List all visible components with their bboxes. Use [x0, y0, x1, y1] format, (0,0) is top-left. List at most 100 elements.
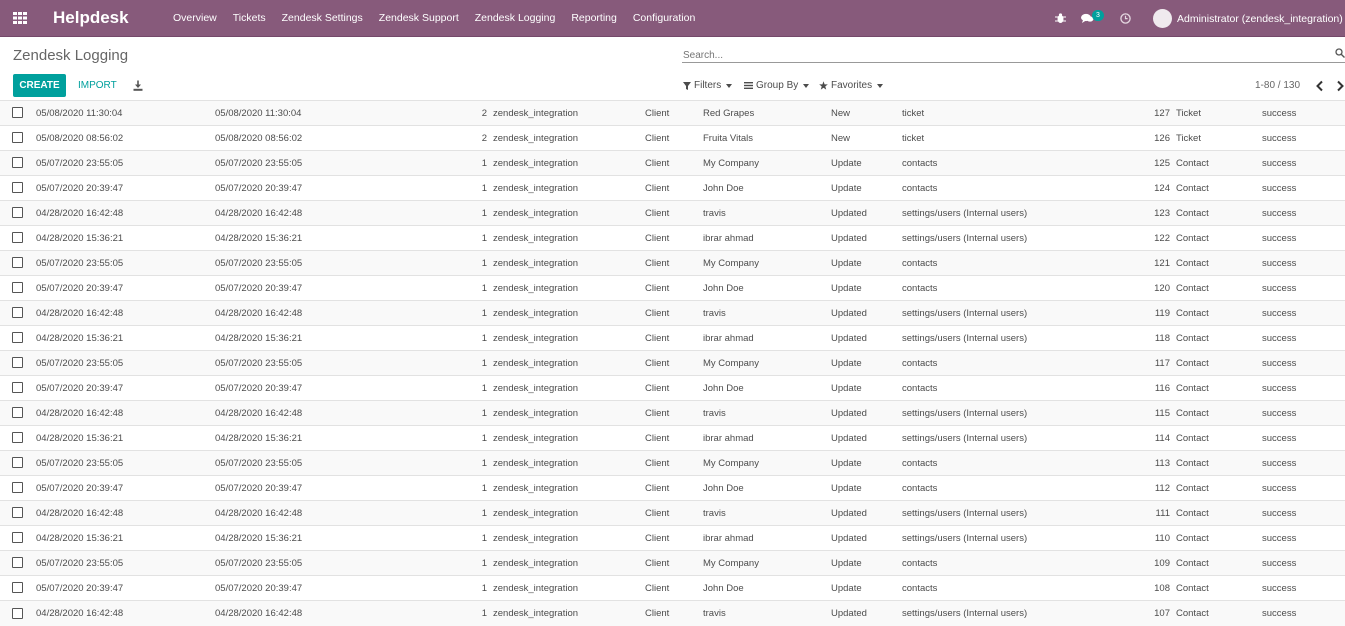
table-row[interactable]: 05/07/2020 23:55:05 05/07/2020 23:55:05 1 z… [0, 150, 1345, 176]
row-checkbox[interactable] [12, 557, 23, 569]
user-cell: zendesk_integration [493, 325, 645, 351]
row-checkbox[interactable] [12, 507, 23, 519]
row-checkbox[interactable] [12, 132, 23, 144]
count-cell: 1 [394, 500, 493, 526]
record-id-cell: 119 [1098, 300, 1176, 326]
action-cell: Update [831, 350, 902, 376]
table-row[interactable]: 05/07/2020 20:39:47 05/07/2020 20:39:47 1 z… [0, 475, 1345, 501]
row-select-cell [0, 175, 36, 201]
row-checkbox[interactable] [12, 307, 23, 319]
table-row[interactable]: 04/28/2020 15:36:21 04/28/2020 15:36:21 1 z… [0, 525, 1345, 551]
record-name-cell: John Doe [703, 375, 831, 401]
table-row[interactable]: 05/07/2020 20:39:47 05/07/2020 20:39:47 1 z… [0, 175, 1345, 201]
row-checkbox[interactable] [12, 182, 23, 194]
record-id-cell: 121 [1098, 250, 1176, 276]
record-name-cell: travis [703, 500, 831, 526]
menu-item-tickets[interactable]: Tickets [225, 0, 274, 37]
menu-item-zendesk-logging[interactable]: Zendesk Logging [467, 0, 564, 37]
table-row[interactable]: 05/07/2020 20:39:47 05/07/2020 20:39:47 1 z… [0, 275, 1345, 301]
row-checkbox[interactable] [12, 382, 23, 394]
favorites-dropdown[interactable]: Favorites [819, 74, 884, 97]
model-cell: contacts [902, 350, 1098, 376]
pager-range[interactable]: 1-80 / 130 [1255, 80, 1300, 91]
row-checkbox[interactable] [12, 607, 23, 619]
row-checkbox[interactable] [12, 157, 23, 169]
table-row[interactable]: 05/07/2020 20:39:47 05/07/2020 20:39:47 1 z… [0, 375, 1345, 401]
count-cell: 1 [394, 425, 493, 451]
table-row[interactable]: 05/07/2020 23:55:05 05/07/2020 23:55:05 1 z… [0, 250, 1345, 276]
record-name-cell: travis [703, 400, 831, 426]
table-row[interactable]: 05/08/2020 11:30:04 05/08/2020 11:30:04 2 z… [0, 100, 1345, 126]
record-name-cell: Fruita Vitals [703, 125, 831, 151]
chevron-left-icon[interactable] [1315, 80, 1325, 92]
action-cell: New [831, 125, 902, 151]
table-row[interactable]: 05/07/2020 20:39:47 05/07/2020 20:39:47 1 z… [0, 575, 1345, 601]
row-checkbox[interactable] [12, 257, 23, 269]
table-row[interactable]: 04/28/2020 16:42:48 04/28/2020 16:42:48 1 z… [0, 500, 1345, 526]
type-cell: Contact [1176, 200, 1262, 226]
table-row[interactable]: 04/28/2020 16:42:48 04/28/2020 16:42:48 1 z… [0, 600, 1345, 626]
model-cell: contacts [902, 275, 1098, 301]
download-icon[interactable] [133, 80, 143, 91]
type-cell: Contact [1176, 475, 1262, 501]
count-cell: 1 [394, 275, 493, 301]
bars-icon [744, 82, 753, 89]
filters-dropdown[interactable]: Filters [683, 74, 733, 97]
record-name-cell: travis [703, 600, 831, 626]
record-id-cell: 126 [1098, 125, 1176, 151]
row-checkbox[interactable] [12, 407, 23, 419]
model-cell: settings/users (Internal users) [902, 325, 1098, 351]
write-date-cell: 04/28/2020 16:42:48 [215, 300, 394, 326]
table-row[interactable]: 04/28/2020 15:36:21 04/28/2020 15:36:21 1 z… [0, 225, 1345, 251]
row-checkbox[interactable] [12, 582, 23, 594]
table-row[interactable]: 05/07/2020 23:55:05 05/07/2020 23:55:05 1 z… [0, 450, 1345, 476]
chevron-right-icon[interactable] [1335, 80, 1345, 92]
menu-item-zendesk-support[interactable]: Zendesk Support [371, 0, 467, 37]
row-checkbox[interactable] [12, 232, 23, 244]
table-row[interactable]: 05/08/2020 08:56:02 05/08/2020 08:56:02 2 z… [0, 125, 1345, 151]
row-checkbox[interactable] [12, 532, 23, 544]
action-cell: Updated [831, 225, 902, 251]
row-checkbox[interactable] [12, 357, 23, 369]
count-cell: 1 [394, 350, 493, 376]
log-list: 05/08/2020 11:30:04 05/08/2020 11:30:04 2 z… [0, 100, 1345, 626]
user-menu[interactable]: Administrator (zendesk_integration) [1153, 0, 1343, 37]
menu-item-overview[interactable]: Overview [165, 0, 225, 37]
row-checkbox[interactable] [12, 457, 23, 469]
model-cell: ticket [902, 125, 1098, 151]
row-checkbox[interactable] [12, 282, 23, 294]
apps-grid-icon[interactable] [13, 12, 27, 24]
row-checkbox[interactable] [12, 432, 23, 444]
app-brand[interactable]: Helpdesk [53, 8, 129, 28]
source-cell: Client [645, 250, 703, 276]
menu-item-configuration[interactable]: Configuration [625, 0, 703, 37]
row-checkbox[interactable] [12, 332, 23, 344]
create-button[interactable]: CREATE [13, 74, 66, 97]
write-date-cell: 05/07/2020 20:39:47 [215, 475, 394, 501]
table-row[interactable]: 04/28/2020 15:36:21 04/28/2020 15:36:21 1 z… [0, 425, 1345, 451]
table-row[interactable]: 05/07/2020 23:55:05 05/07/2020 23:55:05 1 z… [0, 350, 1345, 376]
row-checkbox[interactable] [12, 482, 23, 494]
page-title: Zendesk Logging [13, 47, 129, 64]
menu-item-zendesk-settings[interactable]: Zendesk Settings [274, 0, 371, 37]
search-icon[interactable] [1335, 48, 1345, 58]
search-input[interactable] [682, 49, 1324, 62]
menu-item-reporting[interactable]: Reporting [563, 0, 625, 37]
table-row[interactable]: 04/28/2020 16:42:48 04/28/2020 16:42:48 1 z… [0, 200, 1345, 226]
table-row[interactable]: 04/28/2020 15:36:21 04/28/2020 15:36:21 1 z… [0, 325, 1345, 351]
record-name-cell: ibrar ahmad [703, 425, 831, 451]
user-cell: zendesk_integration [493, 250, 645, 276]
row-select-cell [0, 500, 36, 526]
row-checkbox[interactable] [12, 207, 23, 219]
row-select-cell [0, 450, 36, 476]
debug-bug-icon[interactable] [1055, 0, 1066, 37]
table-row[interactable]: 04/28/2020 16:42:48 04/28/2020 16:42:48 1 z… [0, 300, 1345, 326]
import-button[interactable]: IMPORT [74, 74, 121, 97]
avatar [1153, 9, 1172, 28]
table-row[interactable]: 05/07/2020 23:55:05 05/07/2020 23:55:05 1 z… [0, 550, 1345, 576]
group-by-dropdown[interactable]: Group By [744, 74, 810, 97]
clock-icon[interactable] [1120, 0, 1131, 37]
row-checkbox[interactable] [12, 107, 23, 119]
type-cell: Contact [1176, 375, 1262, 401]
table-row[interactable]: 04/28/2020 16:42:48 04/28/2020 16:42:48 1 z… [0, 400, 1345, 426]
